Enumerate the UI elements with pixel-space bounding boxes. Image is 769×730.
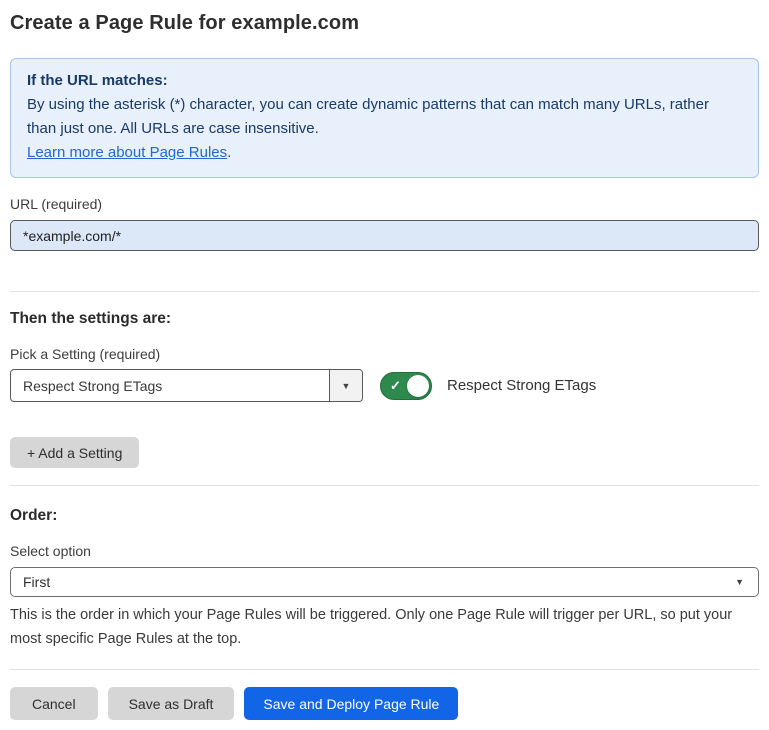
info-heading: If the URL matches: xyxy=(27,69,742,93)
chevron-down-icon[interactable]: ▼ xyxy=(329,370,362,401)
url-input[interactable] xyxy=(10,220,759,251)
order-select[interactable]: First ▼ xyxy=(10,567,759,597)
chevron-down-icon: ▼ xyxy=(735,577,744,587)
page-title: Create a Page Rule for example.com xyxy=(10,12,759,35)
order-section-heading: Order: xyxy=(10,507,759,525)
cancel-button[interactable]: Cancel xyxy=(10,687,98,720)
divider xyxy=(10,291,759,292)
pick-setting-label: Pick a Setting (required) xyxy=(10,346,759,362)
divider xyxy=(10,485,759,486)
select-option-label: Select option xyxy=(10,543,759,559)
order-select-value: First xyxy=(11,574,50,590)
setting-select-value: Respect Strong ETags xyxy=(11,378,329,394)
settings-section-heading: Then the settings are: xyxy=(10,310,759,328)
learn-more-link[interactable]: Learn more about Page Rules xyxy=(27,144,227,161)
save-as-draft-button[interactable]: Save as Draft xyxy=(108,687,235,720)
setting-select[interactable]: Respect Strong ETags ▼ xyxy=(10,369,363,402)
respect-strong-etags-toggle[interactable]: ✓ xyxy=(380,372,432,400)
setting-row: Respect Strong ETags ▼ ✓ Respect Strong … xyxy=(10,369,759,402)
info-link-line: Learn more about Page Rules. xyxy=(27,141,742,165)
info-body: By using the asterisk (*) character, you… xyxy=(27,93,742,141)
check-icon: ✓ xyxy=(390,378,401,394)
add-setting-button[interactable]: + Add a Setting xyxy=(10,437,139,468)
url-field-label: URL (required) xyxy=(10,196,759,212)
divider xyxy=(10,669,759,670)
toggle-label: Respect Strong ETags xyxy=(447,377,596,394)
footer-buttons: Cancel Save as Draft Save and Deploy Pag… xyxy=(10,687,759,720)
save-and-deploy-button[interactable]: Save and Deploy Page Rule xyxy=(244,687,458,720)
order-help-text: This is the order in which your Page Rul… xyxy=(10,603,755,651)
toggle-knob xyxy=(407,375,429,397)
page-rule-form: Create a Page Rule for example.com If th… xyxy=(0,12,769,720)
url-matches-info-box: If the URL matches: By using the asteris… xyxy=(10,58,759,178)
link-suffix: . xyxy=(227,144,231,161)
